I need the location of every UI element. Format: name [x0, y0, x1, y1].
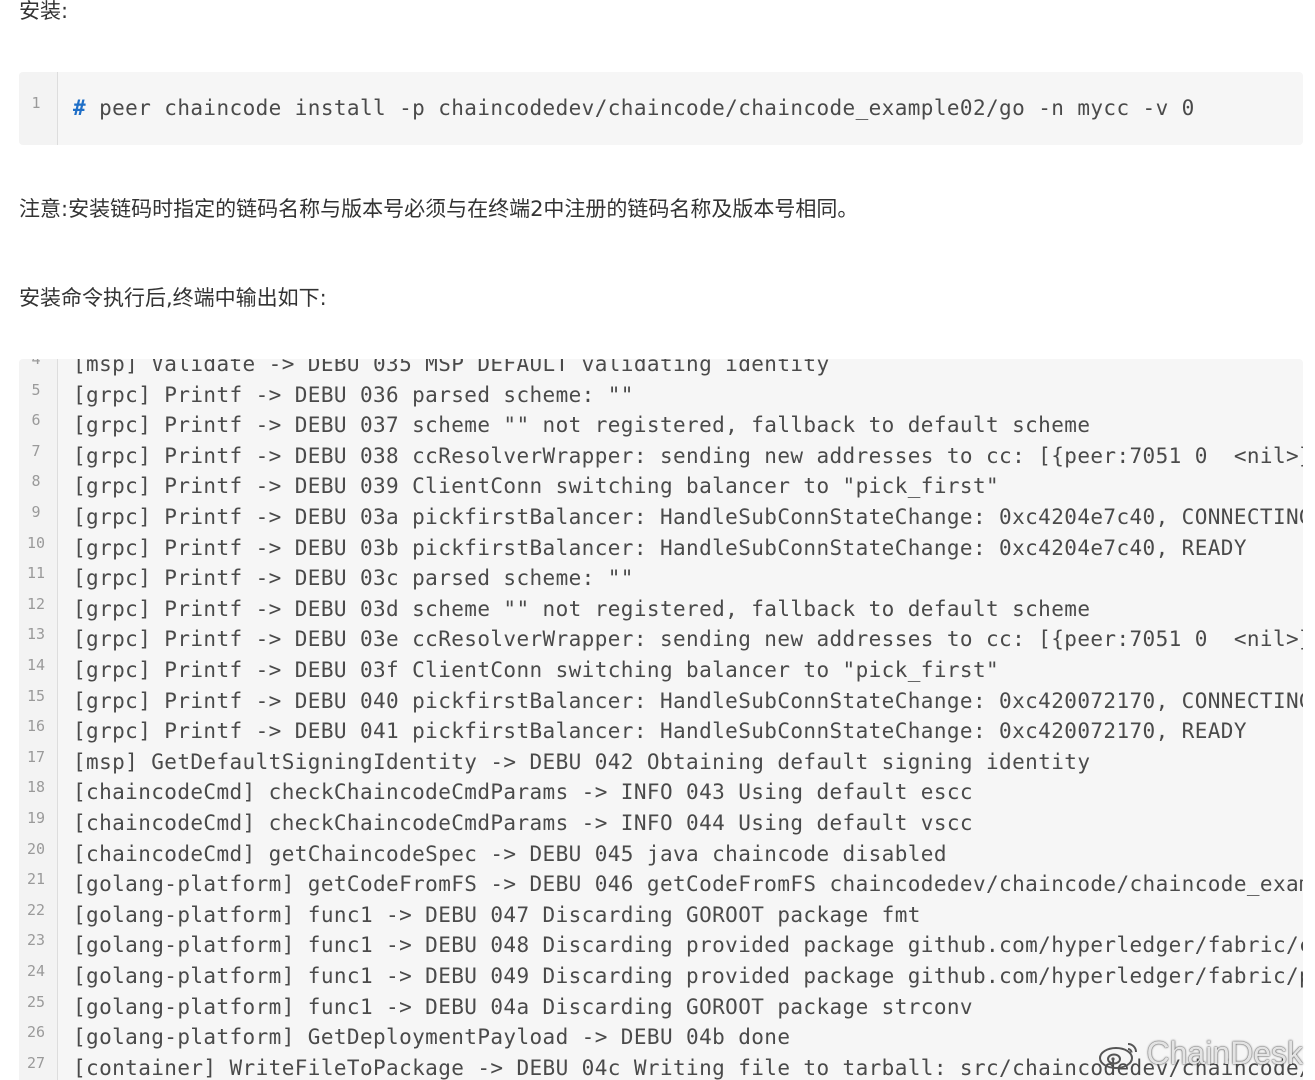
- log-line: 16 [grpc] Printf -> DEBU 041 pickfirstBal…: [19, 716, 1303, 747]
- log-text: [grpc] Printf -> DEBU 041 pickfirstBalan…: [73, 719, 1247, 744]
- watermark-text: ChainDesk: [1146, 1035, 1303, 1071]
- log-text: [chaincodeCmd] checkChaincodeCmdParams -…: [73, 780, 973, 805]
- weibo-icon: [1099, 1042, 1138, 1069]
- line-number: 11: [26, 564, 46, 583]
- line-number: 13: [26, 625, 46, 644]
- line-number: 12: [26, 594, 46, 613]
- log-text: [grpc] Printf -> DEBU 040 pickfirstBalan…: [73, 688, 1303, 713]
- line-number: 16: [26, 717, 46, 736]
- log-text: [grpc] Printf -> DEBU 039 ClientConn swi…: [73, 474, 1000, 499]
- log-line: 25 [golang-platform] func1 -> DEBU 04a Di…: [19, 992, 1303, 1023]
- line-number: 8: [31, 472, 41, 491]
- log-text: [golang-platform] func1 -> DEBU 047 Disc…: [73, 902, 921, 927]
- log-text: [chaincodeCmd] checkChaincodeCmdParams -…: [73, 811, 973, 835]
- log-text: [chaincodeCmd] getChaincodeSpec -> DEBU …: [73, 841, 947, 866]
- log-line: 9 [grpc] Printf -> DEBU 03a pickfirstBala…: [19, 502, 1303, 533]
- log-line: 8 [grpc] Printf -> DEBU 039 ClientConn sw…: [19, 471, 1303, 502]
- line-number: 26: [26, 1023, 46, 1042]
- line-number: 22: [26, 900, 46, 919]
- line-number: 15: [26, 686, 46, 705]
- line-number: 27: [26, 1053, 46, 1072]
- log-text: [grpc] Printf -> DEBU 03f ClientConn swi…: [73, 658, 1000, 682]
- log-line: 12 [grpc] Printf -> DEBU 03d scheme "" no…: [19, 594, 1303, 625]
- line-number: 9: [31, 503, 41, 521]
- output-code-block: 4 [msp] Validate -> DEBU 035 MSP DEFAULT …: [19, 359, 1303, 1080]
- log-line: 6 [grpc] Printf -> DEBU 037 scheme "" not…: [19, 410, 1303, 441]
- log-text: [grpc] Printf -> DEBU 038 ccResolverWrap…: [73, 443, 1303, 468]
- log-text: [grpc] Printf -> DEBU 03c parsed scheme:…: [73, 566, 634, 591]
- line-number: 20: [26, 839, 46, 858]
- log-text: [msp] GetDefaultSigningIdentity -> DEBU …: [73, 749, 1091, 774]
- log-text: [golang-platform] func1 -> DEBU 04a Disc…: [73, 994, 973, 1019]
- log-line: 21 [golang-platform] getCodeFromFS -> DEB…: [19, 869, 1303, 900]
- line-number: 5: [31, 380, 41, 399]
- line-number: 21: [26, 870, 46, 889]
- log-text: [grpc] Printf -> DEBU 036 parsed scheme:…: [73, 382, 634, 407]
- log-text: [golang-platform] getCodeFromFS -> DEBU …: [73, 872, 1303, 897]
- prompt-hash: #: [73, 96, 87, 120]
- code-line: 1 # peer chaincode install -p chaincoded…: [19, 93, 1303, 124]
- install-heading: 安装:: [19, 0, 69, 23]
- line-number: 6: [31, 411, 41, 430]
- log-line: 4 [msp] Validate -> DEBU 035 MSP DEFAULT …: [19, 359, 1303, 380]
- log-line: 17 [msp] GetDefaultSigningIdentity -> DEB…: [19, 747, 1303, 778]
- watermark: ChainDesk: [1098, 1035, 1303, 1072]
- line-number: 10: [26, 533, 46, 552]
- line-number: 24: [26, 962, 46, 980]
- log-text: [grpc] Printf -> DEBU 037 scheme "" not …: [73, 413, 1091, 438]
- output-heading: 安装命令执行后,终端中输出如下:: [19, 286, 327, 310]
- log-text: [grpc] Printf -> DEBU 03a pickfirstBalan…: [73, 505, 1303, 529]
- log-text: [grpc] Printf -> DEBU 03d scheme "" not …: [73, 596, 1091, 621]
- log-line: 23 [golang-platform] func1 -> DEBU 048 Di…: [19, 930, 1303, 961]
- log-line: 18 [chaincodeCmd] checkChaincodeCmdParams…: [19, 777, 1303, 808]
- log-line: 15 [grpc] Printf -> DEBU 040 pickfirstBal…: [19, 686, 1303, 717]
- log-text: [golang-platform] func1 -> DEBU 048 Disc…: [73, 933, 1303, 958]
- log-line: 19 [chaincodeCmd] checkChaincodeCmdParams…: [19, 808, 1303, 839]
- log-line: 11 [grpc] Printf -> DEBU 03c parsed schem…: [19, 563, 1303, 594]
- line-number: 18: [26, 778, 46, 797]
- log-line: 14 [grpc] Printf -> DEBU 03f ClientConn s…: [19, 655, 1303, 686]
- log-line: 24 [golang-platform] func1 -> DEBU 049 Di…: [19, 961, 1303, 992]
- line-number: 25: [26, 992, 46, 1011]
- line-number: 17: [26, 747, 46, 766]
- log-text: [golang-platform] func1 -> DEBU 049 Disc…: [73, 964, 1303, 988]
- log-text: [msp] Validate -> DEBU 035 MSP DEFAULT v…: [73, 359, 830, 376]
- log-line: 5 [grpc] Printf -> DEBU 036 parsed scheme…: [19, 380, 1303, 411]
- command-text: peer chaincode install -p chaincodedev/c…: [86, 96, 1195, 120]
- log-line: 10 [grpc] Printf -> DEBU 03b pickfirstBal…: [19, 533, 1303, 564]
- note-text: 注意:安装链码时指定的链码名称与版本号必须与在终端2中注册的链码名称及版本号相同…: [19, 197, 859, 221]
- log-line: 13 [grpc] Printf -> DEBU 03e ccResolverWr…: [19, 624, 1303, 655]
- line-number: 4: [31, 359, 41, 368]
- log-line: 7 [grpc] Printf -> DEBU 038 ccResolverWra…: [19, 441, 1303, 472]
- line-number: 19: [26, 809, 46, 827]
- log-text: [grpc] Printf -> DEBU 03b pickfirstBalan…: [73, 535, 1247, 560]
- line-number: 7: [31, 441, 41, 460]
- log-text: [grpc] Printf -> DEBU 03e ccResolverWrap…: [73, 627, 1303, 652]
- log-line: 20 [chaincodeCmd] getChaincodeSpec -> DEB…: [19, 839, 1303, 870]
- line-number: 1: [31, 94, 41, 112]
- log-line: 22 [golang-platform] func1 -> DEBU 047 Di…: [19, 900, 1303, 931]
- install-code-block: 1 # peer chaincode install -p chaincoded…: [19, 72, 1303, 145]
- line-number: 23: [26, 931, 46, 950]
- line-number: 14: [26, 656, 46, 674]
- code-text: # peer chaincode install -p chaincodedev…: [73, 93, 1195, 124]
- log-text: [golang-platform] GetDeploymentPayload -…: [73, 1025, 791, 1050]
